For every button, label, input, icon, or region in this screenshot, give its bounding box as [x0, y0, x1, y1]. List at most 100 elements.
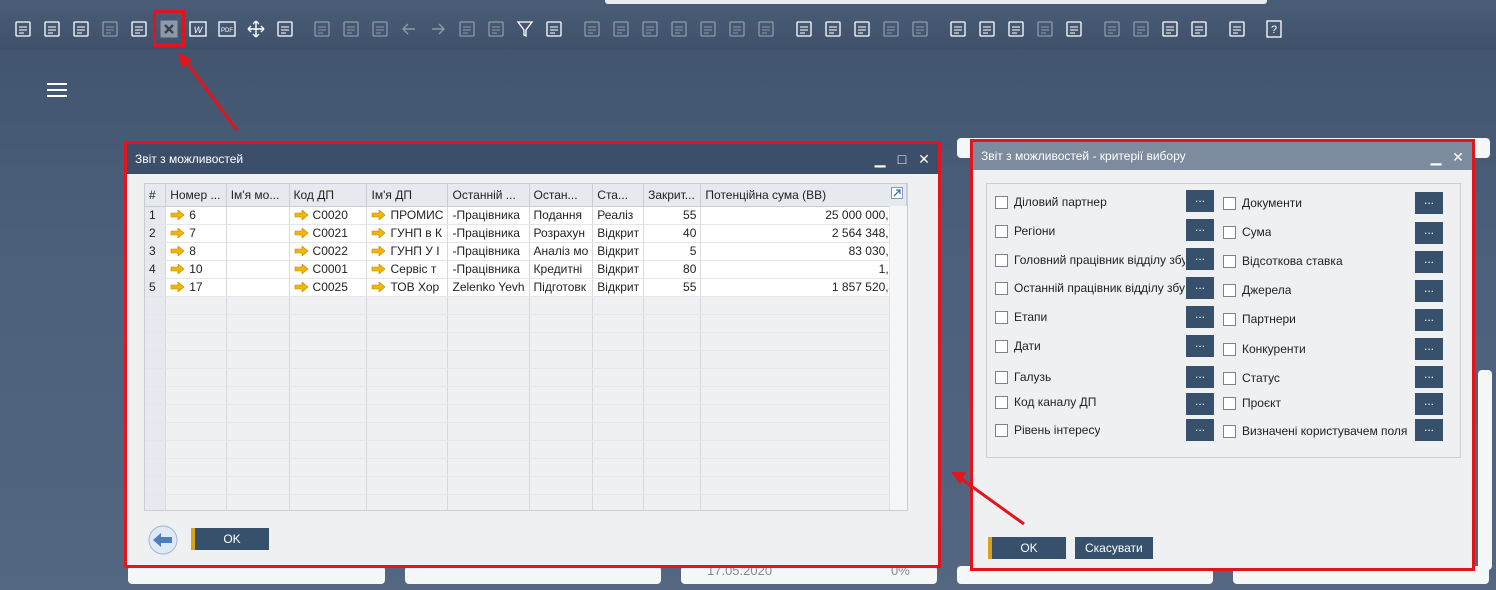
checkbox[interactable]	[1223, 225, 1236, 239]
find-money-icon[interactable]	[755, 18, 777, 40]
reply-icon[interactable]	[909, 18, 931, 40]
document-info-icon[interactable]	[947, 18, 969, 40]
base-doc-icon[interactable]	[581, 18, 603, 40]
criteria-options-button[interactable]: ...	[1415, 280, 1443, 302]
table-row[interactable]	[145, 314, 907, 333]
checkbox[interactable]	[995, 253, 1008, 267]
export-icon[interactable]	[128, 18, 150, 40]
cancel-button[interactable]: Скасувати	[1075, 537, 1153, 559]
balance-icon[interactable]	[697, 18, 719, 40]
link-arrow-icon[interactable]	[294, 264, 309, 274]
edit-icon[interactable]	[793, 18, 815, 40]
previous-record-icon[interactable]	[398, 18, 420, 40]
table-row[interactable]: 1 6 C0020 ПРОМИС -Працівника Подання Реаліз 55 2…	[145, 206, 907, 225]
sign-icon[interactable]	[1188, 18, 1210, 40]
export-word-icon[interactable]: W	[187, 18, 209, 40]
criteria-checkbox-right-6[interactable]: Статус	[1223, 371, 1418, 385]
criteria-checkbox-left-0[interactable]: Діловий партнер	[995, 195, 1185, 209]
copy-icon[interactable]	[1130, 18, 1152, 40]
table-row[interactable]: 3 8 C0022 ГУНП У І -Працівника Аналіз мо Відкр…	[145, 242, 907, 261]
export-pdf-icon[interactable]: PDF	[216, 18, 238, 40]
checkbox[interactable]	[1223, 396, 1236, 410]
column-header[interactable]: Номер ...	[165, 184, 227, 207]
user-icon[interactable]	[1063, 18, 1085, 40]
criteria-checkbox-left-7[interactable]: Код каналу ДП	[995, 395, 1185, 409]
column-header[interactable]: Код ДП	[289, 184, 368, 207]
column-header[interactable]: Останній ...	[447, 184, 530, 207]
criteria-options-button[interactable]: ...	[1415, 222, 1443, 244]
checkbox[interactable]	[995, 310, 1008, 324]
criteria-checkbox-right-7[interactable]: Проєкт	[1223, 396, 1418, 410]
checkbox[interactable]	[1223, 424, 1236, 438]
table-row[interactable]: 2 7 C0021 ГУНП в К -Працівника Розрахун Відкри…	[145, 224, 907, 243]
maximize-icon[interactable]: □	[896, 144, 908, 174]
checkbox[interactable]	[995, 195, 1008, 209]
criteria-options-button[interactable]: ...	[1186, 306, 1214, 328]
settings-icon[interactable]	[822, 18, 844, 40]
print-icon[interactable]	[41, 18, 63, 40]
criteria-options-button[interactable]: ...	[1415, 192, 1443, 214]
column-header[interactable]: #	[145, 184, 167, 207]
link-arrow-icon[interactable]	[371, 246, 386, 256]
checkbox[interactable]	[1223, 283, 1236, 297]
criteria-checkbox-left-6[interactable]: Галузь	[995, 370, 1185, 384]
table-row[interactable]	[145, 422, 907, 441]
structure-icon[interactable]	[1034, 18, 1056, 40]
send-icon[interactable]	[70, 18, 92, 40]
filter-icon[interactable]	[514, 18, 536, 40]
checkbox[interactable]	[1223, 371, 1236, 385]
criteria-options-button[interactable]: ...	[1186, 248, 1214, 270]
criteria-checkbox-right-0[interactable]: Документи	[1223, 196, 1418, 210]
table-row[interactable]: 5 17 C0025 ТОВ Хор Zelenko Yevh Підготовк Відк…	[145, 278, 907, 297]
menu-icon[interactable]	[47, 83, 67, 99]
move-icon[interactable]	[245, 18, 267, 40]
link-arrow-icon[interactable]	[371, 228, 386, 238]
link-arrow-icon[interactable]	[294, 210, 309, 220]
preview-icon[interactable]	[12, 18, 34, 40]
column-header[interactable]: Остан...	[529, 184, 594, 207]
link-arrow-icon[interactable]	[294, 246, 309, 256]
calculator-icon[interactable]	[1005, 18, 1027, 40]
payment-icon[interactable]	[668, 18, 690, 40]
ok-button[interactable]: OK	[988, 537, 1066, 559]
checkbox[interactable]	[995, 423, 1008, 437]
criteria-checkbox-right-3[interactable]: Джерела	[1223, 283, 1418, 297]
next-record-icon[interactable]	[427, 18, 449, 40]
criteria-checkbox-right-2[interactable]: Відсоткова ставка	[1223, 254, 1418, 268]
link-arrow-icon[interactable]	[371, 282, 386, 292]
criteria-checkbox-left-8[interactable]: Рівень інтересу	[995, 423, 1185, 437]
criteria-options-button[interactable]: ...	[1186, 393, 1214, 415]
minimize-icon[interactable]: ▁	[874, 144, 886, 174]
sort-icon[interactable]	[543, 18, 565, 40]
link-arrow-icon[interactable]	[170, 228, 185, 238]
close-icon[interactable]: ✕	[1452, 143, 1464, 171]
criteria-checkbox-left-1[interactable]: Регіони	[995, 224, 1185, 238]
switch-icon[interactable]	[485, 18, 507, 40]
checkbox[interactable]	[1223, 254, 1236, 268]
checkbox[interactable]	[995, 339, 1008, 353]
criteria-options-button[interactable]: ...	[1415, 366, 1443, 388]
info-window-icon[interactable]	[976, 18, 998, 40]
close-icon[interactable]: ✕	[918, 144, 930, 174]
target-doc-icon[interactable]	[610, 18, 632, 40]
history-icon[interactable]	[1101, 18, 1123, 40]
table-row[interactable]	[145, 458, 907, 477]
column-header[interactable]: Ім'я мо...	[226, 184, 290, 207]
criteria-checkbox-left-5[interactable]: Дати	[995, 339, 1185, 353]
vertical-scrollbar[interactable]	[889, 206, 907, 510]
ok-button[interactable]: OK	[191, 528, 269, 550]
criteria-options-button[interactable]: ...	[1415, 251, 1443, 273]
criteria-checkbox-right-4[interactable]: Партнери	[1223, 312, 1418, 326]
criteria-options-button[interactable]: ...	[1415, 393, 1443, 415]
table-row[interactable]	[145, 386, 907, 405]
link-arrow-icon[interactable]	[294, 282, 309, 292]
checkbox[interactable]	[995, 281, 1008, 295]
help-icon[interactable]: ?	[1263, 18, 1285, 40]
checkbox[interactable]	[995, 370, 1008, 384]
checkbox[interactable]	[995, 395, 1008, 409]
criteria-options-button[interactable]: ...	[1186, 366, 1214, 388]
comment-icon[interactable]	[880, 18, 902, 40]
checkbox[interactable]	[1223, 342, 1236, 356]
table-row[interactable]	[145, 350, 907, 369]
lock-settings-icon[interactable]	[274, 18, 296, 40]
